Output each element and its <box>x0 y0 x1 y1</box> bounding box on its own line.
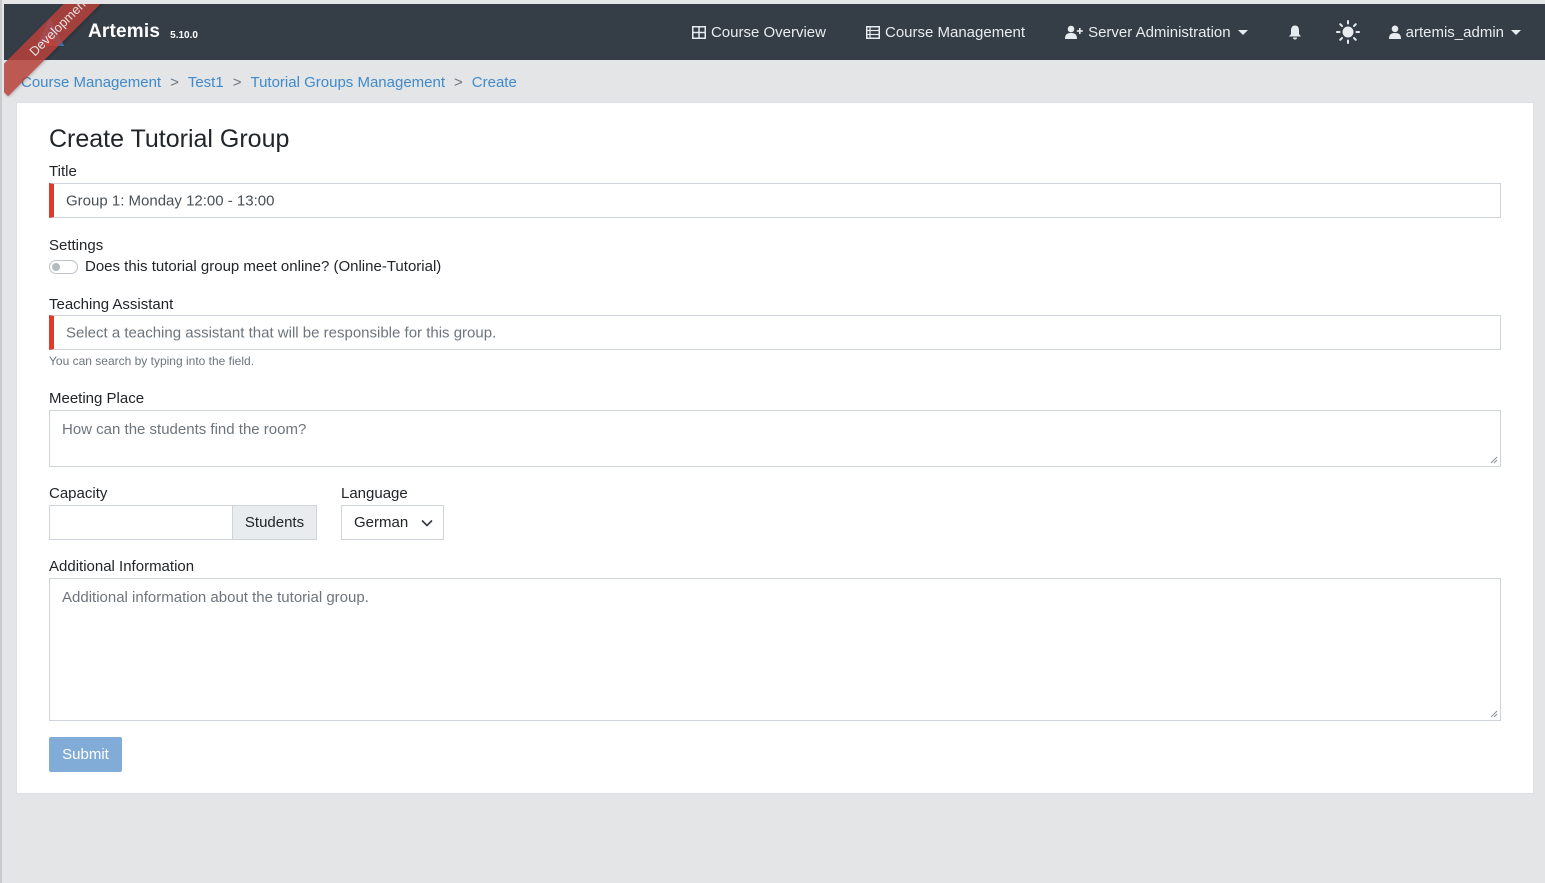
chevron-down-icon <box>421 519 433 527</box>
language-label: Language <box>341 485 408 502</box>
resize-handle-icon[interactable] <box>1490 456 1498 464</box>
title-label: Title <box>49 163 77 180</box>
online-toggle-label: Does this tutorial group meet online? (O… <box>85 258 442 275</box>
artemis-logo-icon <box>36 18 64 46</box>
teaching-assistant-hint: You can search by typing into the field. <box>49 354 255 368</box>
settings-label: Settings <box>49 237 104 254</box>
teaching-assistant-label: Teaching Assistant <box>49 296 174 313</box>
list-icon <box>865 25 880 39</box>
page-title: Create Tutorial Group <box>49 125 290 153</box>
notifications-button[interactable] <box>1288 4 1302 60</box>
breadcrumb-create[interactable]: Create <box>472 74 517 91</box>
nav-course-management[interactable]: Course Management <box>865 4 1026 60</box>
breadcrumb-separator: > <box>454 73 463 91</box>
additional-information-textarea[interactable]: Additional information about the tutoria… <box>49 578 1501 721</box>
additional-information-label: Additional Information <box>49 558 195 575</box>
meeting-place-label: Meeting Place <box>49 390 145 407</box>
additional-information-placeholder: Additional information about the tutoria… <box>62 589 369 606</box>
nav-course-overview[interactable]: Course Overview <box>691 4 826 60</box>
sun-icon <box>1335 20 1360 44</box>
breadcrumb-course-management[interactable]: Course Management <box>21 74 161 91</box>
meeting-place-placeholder: How can the students find the room? <box>62 421 307 438</box>
meeting-place-textarea[interactable]: How can the students find the room? <box>49 410 1501 467</box>
app-version: 5.10.0 <box>170 29 198 41</box>
theme-toggle-button[interactable] <box>1335 4 1360 60</box>
brand[interactable]: Artemis 5.10.0 <box>34 16 198 48</box>
table-icon <box>691 25 706 39</box>
nav-course-management-label: Course Management <box>884 23 1026 41</box>
nav-server-administration-label: Server Administration <box>1088 23 1231 41</box>
breadcrumb-separator: > <box>232 73 242 91</box>
capacity-input[interactable] <box>49 505 233 540</box>
breadcrumb: Course Management > Test1 > Tutorial Gro… <box>21 71 517 93</box>
user-plus-icon <box>1065 25 1083 39</box>
online-toggle[interactable] <box>49 260 78 274</box>
title-input-value: Group 1: Monday 12:00 - 13:00 <box>66 192 275 209</box>
user-name: artemis_admin <box>1405 23 1504 41</box>
breadcrumb-separator: > <box>170 73 179 91</box>
nav-course-overview-label: Course Overview <box>710 23 826 41</box>
nav-items: Course Overview Course Management Server… <box>691 4 1545 60</box>
resize-handle-icon[interactable] <box>1490 710 1498 718</box>
submit-button[interactable]: Submit <box>49 737 122 772</box>
form-card: Create Tutorial Group Title Group 1: Mon… <box>16 102 1534 794</box>
user-icon <box>1388 25 1401 39</box>
bell-icon <box>1288 25 1301 39</box>
chevron-down-icon <box>1511 29 1521 35</box>
toggle-knob <box>52 263 60 271</box>
language-select[interactable]: German <box>341 505 444 540</box>
top-navbar: Artemis 5.10.0 Course Overview Course Ma… <box>4 4 1545 60</box>
app-frame: Artemis 5.10.0 Course Overview Course Ma… <box>0 0 1545 883</box>
app-name: Artemis <box>88 21 161 42</box>
title-input[interactable]: Group 1: Monday 12:00 - 13:00 <box>49 183 1501 218</box>
teaching-assistant-placeholder: Select a teaching assistant that will be… <box>66 324 497 341</box>
nav-server-administration[interactable]: Server Administration <box>1065 4 1248 60</box>
breadcrumb-course[interactable]: Test1 <box>188 74 224 91</box>
user-menu[interactable]: artemis_admin <box>1388 4 1521 60</box>
capacity-unit-addon: Students <box>232 505 317 540</box>
language-selected-value: German <box>354 514 409 531</box>
capacity-label: Capacity <box>49 485 108 502</box>
teaching-assistant-input[interactable]: Select a teaching assistant that will be… <box>49 315 1501 350</box>
breadcrumb-tutorial-groups-management[interactable]: Tutorial Groups Management <box>250 74 445 91</box>
chevron-down-icon <box>1237 29 1248 35</box>
